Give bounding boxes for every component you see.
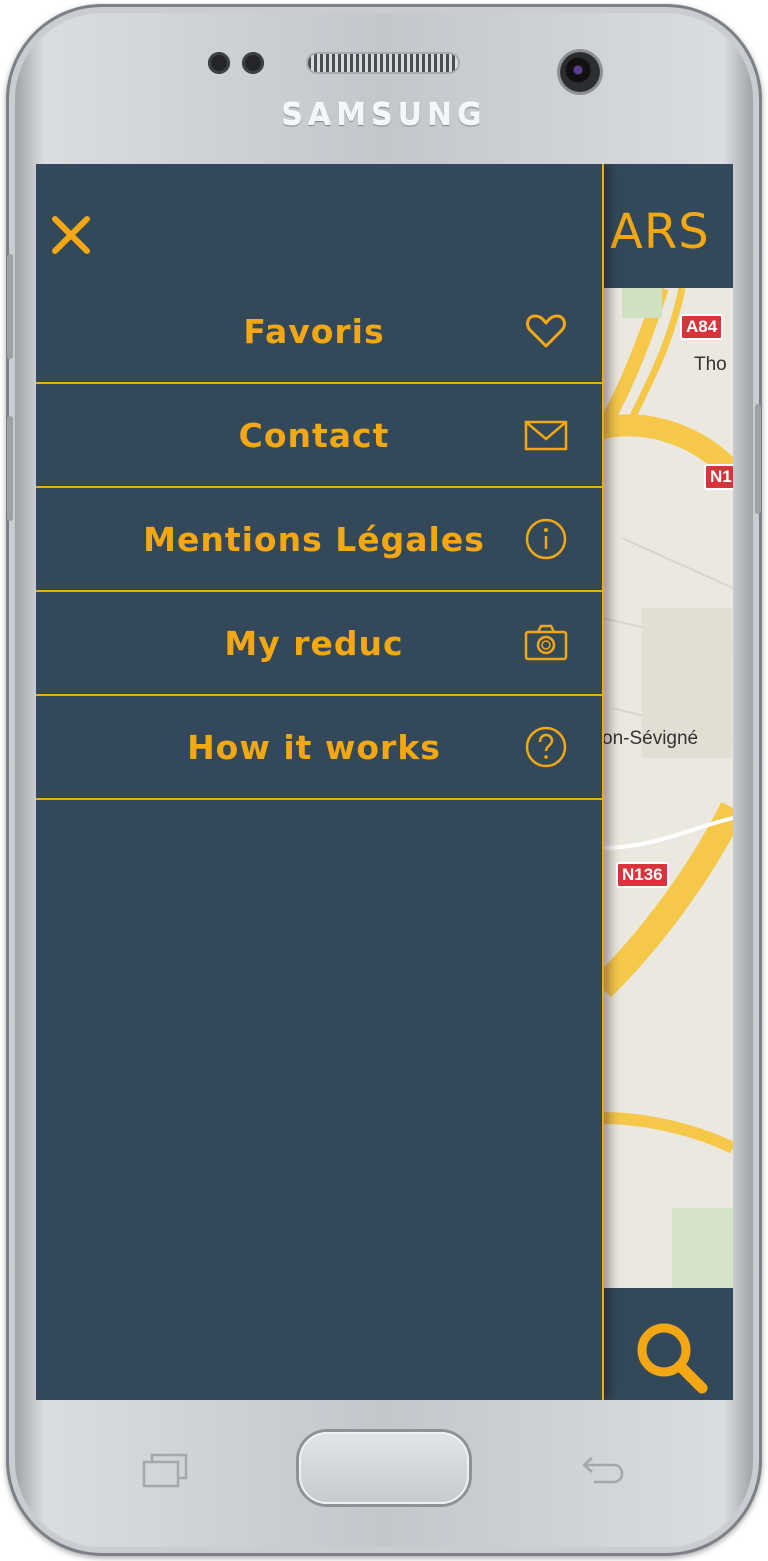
menu-item-label: Favoris <box>243 311 385 351</box>
menu-item-label: Mentions Légales <box>143 519 485 559</box>
proximity-sensor <box>208 52 230 74</box>
menu-item-label: My reduc <box>224 623 404 663</box>
navigation-drawer: Favoris Contact Mentions Légales My redu… <box>36 164 604 1400</box>
app-header: ARS <box>602 172 733 290</box>
menu-item-how-it-works[interactable]: How it works <box>36 696 602 800</box>
map-place-label: on-Sévigné <box>602 728 699 749</box>
info-icon <box>525 518 567 560</box>
road-badge: N1 <box>704 464 733 490</box>
mail-icon <box>524 420 568 451</box>
map-roads <box>602 288 733 1288</box>
earpiece-speaker <box>308 54 458 72</box>
home-button[interactable] <box>299 1432 469 1504</box>
help-icon <box>525 726 567 768</box>
camera-icon <box>524 624 568 661</box>
map-view[interactable]: Tho on-Sévigné A84 N1 N136 <box>602 288 733 1288</box>
menu-item-contact[interactable]: Contact <box>36 384 602 488</box>
road-badge: A84 <box>680 314 724 340</box>
light-sensor <box>242 52 264 74</box>
heart-icon <box>526 314 566 348</box>
power-button[interactable] <box>755 404 761 514</box>
menu-item-label: How it works <box>187 727 441 767</box>
road-badge: N136 <box>616 862 669 888</box>
menu-item-label: Contact <box>238 415 390 455</box>
close-icon[interactable] <box>50 214 92 256</box>
app-footer <box>602 1288 733 1400</box>
back-icon[interactable] <box>578 1450 626 1486</box>
device-brand: SAMSUNG <box>281 98 487 133</box>
menu-item-my-reduc[interactable]: My reduc <box>36 592 602 696</box>
menu-item-favoris[interactable]: Favoris <box>36 280 602 384</box>
app-logo-text: ARS <box>610 204 710 260</box>
menu-item-mentions-legales[interactable]: Mentions Légales <box>36 488 602 592</box>
front-camera <box>560 52 600 92</box>
search-icon[interactable] <box>632 1318 712 1398</box>
screen: ARS Tho on-Sévigné A84 N1 N136 Favoris C… <box>36 164 733 1400</box>
volume-up-button[interactable] <box>7 254 13 359</box>
map-place-label: Tho <box>694 354 727 375</box>
drawer-menu: Favoris Contact Mentions Légales My redu… <box>36 280 602 800</box>
app-logo: ARS <box>610 204 710 260</box>
volume-down-button[interactable] <box>7 416 13 521</box>
recent-apps-icon[interactable] <box>142 1452 188 1488</box>
